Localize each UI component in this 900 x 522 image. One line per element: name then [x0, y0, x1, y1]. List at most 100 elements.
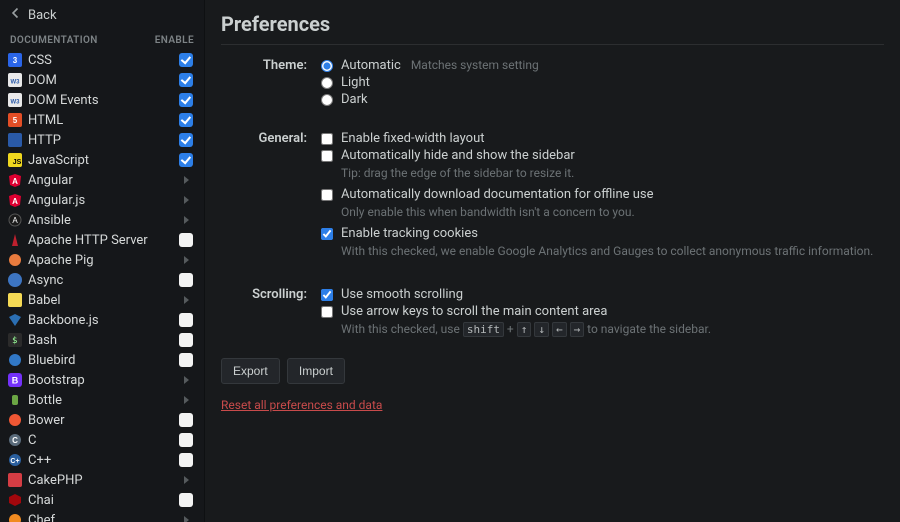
- general-checkbox[interactable]: [321, 133, 333, 145]
- ico-bootstrap: B: [8, 373, 22, 387]
- sidebar-item[interactable]: Bottle: [0, 390, 204, 410]
- sidebar-item[interactable]: Bower: [0, 410, 204, 430]
- enable-checkbox[interactable]: [178, 153, 194, 167]
- sidebar-item[interactable]: C+C++: [0, 450, 204, 470]
- enable-checkbox[interactable]: [178, 273, 194, 287]
- expand-arrow-icon[interactable]: [178, 296, 194, 304]
- sidebar-item-label: Apache HTTP Server: [28, 233, 178, 248]
- expand-arrow-icon[interactable]: [178, 516, 194, 522]
- sidebar-item-label: DOM: [28, 73, 178, 88]
- enable-checkbox[interactable]: [178, 413, 194, 427]
- kbd-key: →: [570, 322, 585, 337]
- expand-arrow-icon[interactable]: [178, 476, 194, 484]
- svg-text:W3: W3: [11, 80, 21, 86]
- sidebar-item[interactable]: CC: [0, 430, 204, 450]
- sidebar-item[interactable]: Babel: [0, 290, 204, 310]
- sidebar-item[interactable]: Chef: [0, 510, 204, 522]
- enable-checkbox[interactable]: [178, 433, 194, 447]
- sidebar-item[interactable]: Chai: [0, 490, 204, 510]
- expand-arrow-icon[interactable]: [178, 256, 194, 264]
- scrolling-checkbox[interactable]: [321, 289, 333, 301]
- export-button[interactable]: Export: [221, 358, 280, 384]
- general-options: Enable fixed-width layoutAutomatically h…: [321, 130, 884, 264]
- general-checkbox[interactable]: [321, 189, 333, 201]
- sidebar-item[interactable]: AAnsible: [0, 210, 204, 230]
- enable-checkbox[interactable]: [178, 453, 194, 467]
- sidebar-item[interactable]: Apache HTTP Server: [0, 230, 204, 250]
- sidebar-item[interactable]: AAngular.js: [0, 190, 204, 210]
- enable-checkbox[interactable]: [178, 53, 194, 67]
- general-checkbox[interactable]: [321, 228, 333, 240]
- enable-checkbox[interactable]: [178, 353, 194, 367]
- enable-checkbox[interactable]: [178, 93, 194, 107]
- kbd-key: ↓: [534, 322, 549, 337]
- sidebar-item-label: HTTP: [28, 133, 178, 148]
- general-option[interactable]: Enable fixed-width layout: [321, 130, 884, 147]
- general-option[interactable]: Automatically download documentation for…: [321, 186, 884, 203]
- section-theme: Theme: AutomaticMatches system settingLi…: [221, 57, 884, 108]
- sidebar-item[interactable]: JSJavaScript: [0, 150, 204, 170]
- sidebar-item[interactable]: 3CSS: [0, 50, 204, 70]
- sidebar-item[interactable]: BBootstrap: [0, 370, 204, 390]
- enable-checkbox[interactable]: [178, 113, 194, 127]
- enable-checkbox[interactable]: [178, 493, 194, 507]
- theme-option[interactable]: AutomaticMatches system setting: [321, 57, 884, 74]
- ico-cake: [8, 473, 22, 487]
- general-label: General:: [221, 130, 321, 264]
- expand-arrow-icon[interactable]: [178, 216, 194, 224]
- theme-option-label: Dark: [341, 92, 368, 107]
- sidebar-item-label: Bottle: [28, 393, 178, 408]
- theme-radio[interactable]: [321, 94, 333, 106]
- svg-text:3: 3: [13, 56, 18, 65]
- sidebar-item[interactable]: W3 DOM: [0, 70, 204, 90]
- general-option[interactable]: Enable tracking cookies: [321, 225, 884, 242]
- ico-angular: A: [8, 193, 22, 207]
- expand-arrow-icon[interactable]: [178, 196, 194, 204]
- expand-arrow-icon[interactable]: [178, 176, 194, 184]
- reset-link[interactable]: Reset all preferences and data: [221, 398, 382, 412]
- theme-label: Theme:: [221, 57, 321, 108]
- sidebar-item[interactable]: 5HTML: [0, 110, 204, 130]
- general-option[interactable]: Automatically hide and show the sidebar: [321, 147, 884, 164]
- scrolling-checkbox[interactable]: [321, 306, 333, 318]
- enable-checkbox[interactable]: [178, 73, 194, 87]
- sidebar-item-label: Apache Pig: [28, 253, 178, 268]
- sidebar-item[interactable]: Backbone.js: [0, 310, 204, 330]
- expand-arrow-icon[interactable]: [178, 396, 194, 404]
- sidebar-item[interactable]: CakePHP: [0, 470, 204, 490]
- theme-option[interactable]: Dark: [321, 91, 884, 108]
- scrolling-option[interactable]: Use arrow keys to scroll the main conten…: [321, 303, 884, 320]
- sidebar-item[interactable]: $Bash: [0, 330, 204, 350]
- ico-bluebird: [8, 353, 22, 367]
- enable-checkbox[interactable]: [178, 233, 194, 247]
- enable-checkbox[interactable]: [178, 133, 194, 147]
- enable-checkbox[interactable]: [178, 313, 194, 327]
- general-checkbox[interactable]: [321, 150, 333, 162]
- ico-c: C: [8, 433, 22, 447]
- scrolling-option[interactable]: Use smooth scrolling: [321, 286, 884, 303]
- general-option-label: Enable tracking cookies: [341, 226, 478, 241]
- back-button[interactable]: Back: [0, 0, 204, 30]
- sidebar-item-label: Chef: [28, 513, 178, 522]
- sidebar-item[interactable]: Bluebird: [0, 350, 204, 370]
- theme-radio[interactable]: [321, 77, 333, 89]
- theme-radio[interactable]: [321, 60, 333, 72]
- sidebar-item[interactable]: HTTP: [0, 130, 204, 150]
- import-button[interactable]: Import: [287, 358, 345, 384]
- ico-apache: [8, 233, 22, 247]
- sidebar-item-label: HTML: [28, 113, 178, 128]
- sidebar-item-label: Bower: [28, 413, 178, 428]
- sidebar-item[interactable]: AAngular: [0, 170, 204, 190]
- ico-babel: [8, 293, 22, 307]
- ico-css: 3: [8, 53, 22, 67]
- sidebar-item[interactable]: W3DOM Events: [0, 90, 204, 110]
- sidebar-item[interactable]: Async: [0, 270, 204, 290]
- theme-options: AutomaticMatches system settingLightDark: [321, 57, 884, 108]
- theme-option[interactable]: Light: [321, 74, 884, 91]
- sidebar-item-label: Bash: [28, 333, 178, 348]
- expand-arrow-icon[interactable]: [178, 376, 194, 384]
- enable-checkbox[interactable]: [178, 333, 194, 347]
- sidebar-item[interactable]: Apache Pig: [0, 250, 204, 270]
- main-content: Preferences Theme: AutomaticMatches syst…: [205, 0, 900, 522]
- sidebar-item-label: CakePHP: [28, 473, 178, 488]
